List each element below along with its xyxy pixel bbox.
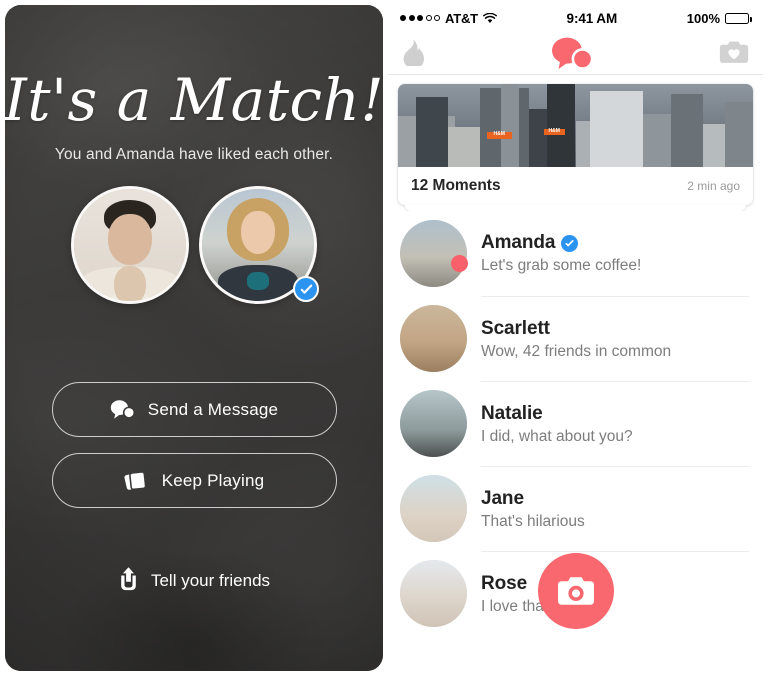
- match-name: Scarlett: [481, 317, 550, 339]
- match-subtitle: You and Amanda have liked each other.: [54, 146, 334, 163]
- match-row[interactable]: Amanda Let's grab some coffee!: [388, 211, 763, 296]
- status-bar: AT&T 9:41 AM 100%: [388, 5, 763, 31]
- carrier-label: AT&T: [445, 10, 478, 26]
- tell-your-friends-label: Tell your friends: [150, 571, 271, 590]
- match-row[interactable]: Scarlett Wow, 42 friends in common: [388, 296, 763, 381]
- verified-badge-icon: [293, 276, 319, 302]
- keep-playing-label: Keep Playing: [161, 470, 265, 490]
- match-avatar[interactable]: [400, 390, 467, 457]
- match-message: I love that Moment: [481, 597, 609, 615]
- unread-dot: [451, 255, 468, 272]
- moments-card[interactable]: H&M H&M 12 Moments 2 min ago: [398, 84, 753, 205]
- hm-sign: H&M: [486, 132, 512, 139]
- camera-icon: [557, 575, 595, 607]
- share-upload-icon: [118, 566, 139, 596]
- signal-strength-icon: [400, 15, 440, 21]
- match-row-text: Rose I love that Moment: [481, 551, 749, 636]
- you-avatar[interactable]: [71, 186, 189, 304]
- match-row-text: Natalie I did, what about you?: [481, 381, 749, 466]
- app-header: [388, 31, 763, 75]
- match-avatar[interactable]: [400, 305, 467, 372]
- match-name: Jane: [481, 487, 524, 509]
- match-avatar[interactable]: [400, 220, 467, 287]
- wifi-icon: [482, 12, 497, 24]
- moments-count-label: 12 Moments: [411, 177, 501, 194]
- chat-bubbles-icon: [110, 399, 135, 420]
- battery-percent-label: 100%: [686, 10, 720, 26]
- moments-timestamp: 2 min ago: [687, 179, 740, 193]
- screenshot-stage: It's a Match! You and Amanda have liked …: [0, 0, 768, 677]
- camera-heart-icon[interactable]: [719, 40, 749, 65]
- match-name-line: Jane: [481, 488, 749, 510]
- match-actions: Send a Message Keep Playing Tell your fr…: [5, 382, 383, 596]
- moments-photo: H&M H&M: [398, 84, 753, 167]
- match-name: Natalie: [481, 402, 543, 424]
- match-name: Rose: [481, 572, 528, 594]
- matched-avatars: [71, 186, 319, 304]
- send-a-message-label: Send a Message: [147, 399, 279, 419]
- cards-stack-icon: [124, 469, 149, 493]
- match-avatar[interactable]: [400, 560, 467, 627]
- match-row-text: Jane That's hilarious: [481, 466, 749, 551]
- match-message: I did, what about you?: [481, 427, 633, 445]
- match-row-text: Scarlett Wow, 42 friends in common: [481, 296, 749, 381]
- match-name-line: Natalie: [481, 403, 749, 425]
- keep-playing-button[interactable]: Keep Playing: [51, 453, 337, 508]
- status-time: 9:41 AM: [566, 10, 618, 26]
- hm-sign: H&M: [543, 128, 565, 136]
- match-screen-panel: It's a Match! You and Amanda have liked …: [5, 5, 383, 671]
- battery-icon: [725, 12, 752, 24]
- amanda-avatar[interactable]: [199, 186, 319, 304]
- tell-your-friends-button[interactable]: Tell your friends: [118, 566, 270, 596]
- chat-bubbles-icon[interactable]: [549, 36, 595, 70]
- flame-icon[interactable]: [402, 39, 424, 66]
- match-avatar[interactable]: [400, 475, 467, 542]
- match-message: Wow, 42 friends in common: [481, 342, 672, 360]
- match-message: Let's grab some coffee!: [481, 257, 642, 274]
- new-moment-camera-button[interactable]: [538, 553, 614, 629]
- match-row[interactable]: Natalie I did, what about you?: [388, 381, 763, 466]
- match-row-text: Amanda Let's grab some coffee!: [481, 211, 749, 296]
- match-name: Amanda: [481, 232, 556, 253]
- verified-badge-icon: [561, 234, 579, 252]
- match-row[interactable]: Jane That's hilarious: [388, 466, 763, 551]
- match-name-line: Amanda: [481, 232, 749, 254]
- match-message: That's hilarious: [481, 512, 585, 530]
- send-a-message-button[interactable]: Send a Message: [51, 382, 337, 437]
- match-list-panel: AT&T 9:41 AM 100% H&M H&M 12 Moments 2 m…: [388, 5, 763, 671]
- match-name-line: Rose: [481, 573, 749, 595]
- match-title: It's a Match!: [5, 66, 383, 134]
- match-name-line: Scarlett: [481, 318, 749, 340]
